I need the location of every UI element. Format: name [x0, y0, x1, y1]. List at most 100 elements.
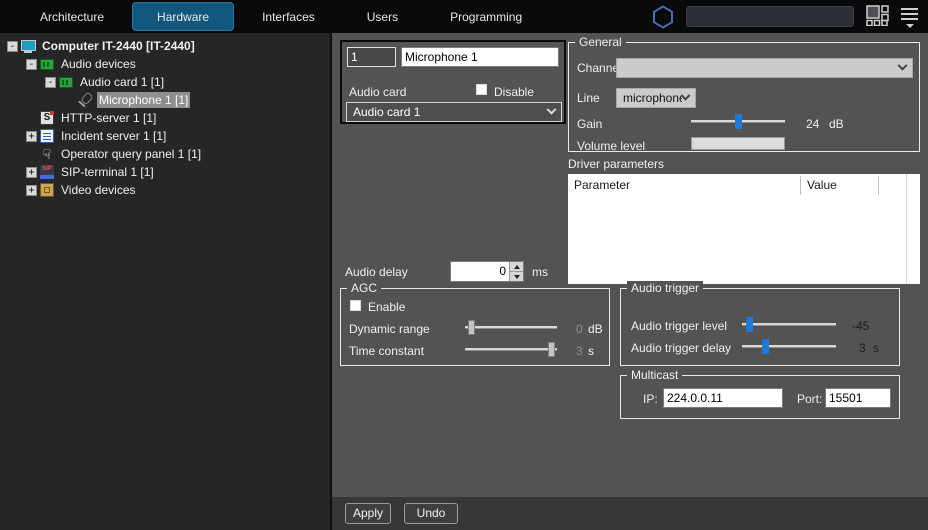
tree-item-label: Microphone 1 [1] [97, 92, 190, 108]
tree-item-label: Video devices [59, 182, 138, 198]
computer-icon [21, 39, 35, 53]
chevron-down-icon [898, 60, 908, 70]
collapse-icon[interactable]: - [45, 77, 56, 88]
multicast-group: Multicast IP: Port: [620, 375, 900, 419]
tree-item[interactable]: HTTP-server 1 [1] [0, 109, 330, 127]
slider-track [465, 326, 557, 329]
tree-item-label: Incident server 1 [1] [59, 128, 168, 144]
tree-item-label: SIP-terminal 1 [1] [59, 164, 156, 180]
audio-trigger-delay-value: 3 [859, 341, 866, 355]
tab-programming[interactable]: Programming [424, 0, 548, 33]
multicast-group-title: Multicast [627, 368, 682, 382]
dynamic-range-unit: dB [588, 322, 603, 336]
operator-panel-icon [40, 147, 54, 161]
time-constant-unit: s [588, 344, 594, 358]
tree-item[interactable]: - Audio devices [0, 55, 330, 73]
tab-interfaces[interactable]: Interfaces [236, 0, 341, 33]
tree-item-label: HTTP-server 1 [1] [59, 110, 158, 126]
channel-select[interactable] [616, 58, 913, 78]
channel-label: Channel [577, 61, 622, 75]
expand-icon[interactable]: + [26, 131, 37, 142]
audio-trigger-delay-slider[interactable] [742, 339, 836, 354]
collapse-icon[interactable]: - [26, 59, 37, 70]
hexagon-icon[interactable] [652, 5, 674, 29]
gain-unit: dB [829, 117, 844, 131]
multicast-port-input[interactable] [825, 388, 891, 408]
gain-value: 24 [806, 117, 819, 131]
slider-thumb[interactable] [735, 114, 742, 129]
up-arrow-icon [514, 265, 520, 269]
tree-item-label: Computer IT-2440 [IT-2440] [40, 38, 197, 54]
gain-slider[interactable] [691, 114, 785, 129]
slider-thumb[interactable] [468, 320, 475, 335]
chevron-down-icon [681, 90, 691, 100]
audio-delay-unit: ms [532, 265, 548, 279]
tab-users[interactable]: Users [341, 0, 424, 33]
nav-tabs: Architecture Hardware Interfaces Users P… [14, 0, 548, 33]
tree-item[interactable]: Operator query panel 1 [1] [0, 145, 330, 163]
line-select[interactable]: microphone [616, 88, 696, 108]
tab-hardware[interactable]: Hardware [132, 2, 234, 31]
identity-box: Audio card Disable Audio card 1 [340, 40, 566, 124]
expand-icon[interactable]: + [26, 185, 37, 196]
audio-trigger-group-title: Audio trigger [627, 281, 703, 295]
agc-enable-checkbox[interactable] [349, 299, 362, 312]
multicast-port-label: Port: [797, 392, 822, 406]
audio-trigger-level-slider[interactable] [742, 317, 836, 332]
slider-thumb[interactable] [762, 339, 769, 354]
audio-trigger-level-label: Audio trigger level [631, 319, 727, 333]
object-id-input[interactable] [347, 47, 396, 67]
tree-item-label: Audio card 1 [1] [78, 74, 166, 90]
spin-down-button[interactable] [510, 272, 523, 281]
audio-trigger-level-value: -45 [852, 319, 869, 333]
incident-server-icon [40, 129, 54, 143]
down-arrow-icon [514, 275, 520, 279]
column-header-value[interactable]: Value [807, 178, 837, 192]
multicast-ip-label: IP: [643, 392, 658, 406]
menu-icon[interactable] [901, 6, 918, 28]
multicast-ip-input[interactable] [663, 388, 783, 408]
audio-card-label: Audio card [349, 85, 406, 99]
slider-thumb[interactable] [746, 317, 753, 332]
undo-button[interactable]: Undo [404, 503, 458, 524]
dynamic-range-value: 0 [576, 322, 583, 336]
disable-label: Disable [494, 85, 534, 99]
tab-architecture[interactable]: Architecture [14, 0, 130, 33]
tree-item[interactable]: - Computer IT-2440 [IT-2440] [0, 37, 330, 55]
slider-track [465, 348, 557, 351]
scrollbar-track [906, 174, 907, 284]
gain-label: Gain [577, 117, 602, 131]
general-group: General Channel Line microphone Gain 24 … [568, 42, 920, 152]
audio-card-select[interactable]: Audio card 1 [346, 102, 562, 122]
device-tree: -Computer IT-2440 [IT-2440]-Audio device… [0, 33, 330, 530]
column-divider[interactable] [878, 176, 879, 195]
layout-grid-icon[interactable] [866, 5, 889, 29]
driver-parameters-table[interactable]: Parameter Value [568, 174, 920, 284]
tree-item-label: Audio devices [59, 56, 138, 72]
spin-up-button[interactable] [510, 262, 523, 272]
search-input[interactable] [686, 6, 854, 27]
dynamic-range-slider[interactable] [465, 320, 557, 335]
tree-item[interactable]: - Audio card 1 [1] [0, 73, 330, 91]
tree-item[interactable]: + SIP-terminal 1 [1] [0, 163, 330, 181]
chevron-down-icon [547, 104, 557, 114]
time-constant-slider[interactable] [465, 342, 557, 357]
top-navigation-bar: Architecture Hardware Interfaces Users P… [0, 0, 928, 33]
apply-button[interactable]: Apply [345, 503, 391, 524]
volume-level-bar [691, 137, 785, 150]
collapse-icon[interactable]: - [7, 41, 18, 52]
tree-item[interactable]: Microphone 1 [1] [0, 91, 330, 109]
column-divider[interactable] [800, 176, 801, 195]
driver-parameters-title: Driver parameters [568, 157, 664, 171]
slider-thumb[interactable] [548, 342, 555, 357]
object-name-input[interactable] [401, 47, 559, 67]
column-header-parameter[interactable]: Parameter [574, 178, 630, 192]
dynamic-range-label: Dynamic range [349, 322, 430, 336]
disable-checkbox[interactable] [475, 83, 488, 96]
audio-trigger-delay-label: Audio trigger delay [631, 341, 731, 355]
microphone-icon [78, 93, 92, 107]
expand-icon[interactable]: + [26, 167, 37, 178]
tree-item[interactable]: + Video devices [0, 181, 330, 199]
audio-delay-input[interactable]: 0 [450, 261, 524, 282]
tree-item[interactable]: + Incident server 1 [1] [0, 127, 330, 145]
